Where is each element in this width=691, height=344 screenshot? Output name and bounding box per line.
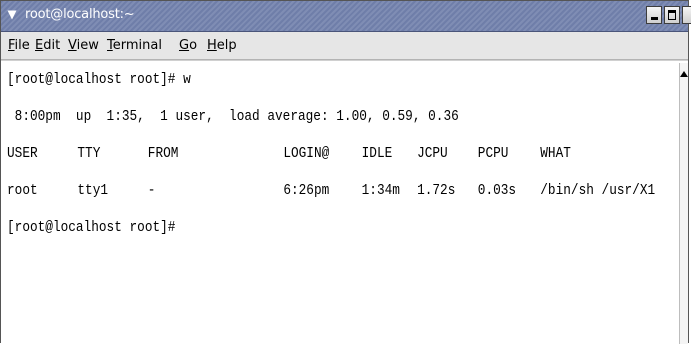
- w-user-row: root tty1 - 6:26pm 1:34m 1.72s 0.03s /bi…: [7, 183, 655, 343]
- header-tty: TTY: [77, 146, 101, 162]
- header-user: USER: [7, 146, 38, 162]
- cell-what: /bin/sh /usr/X1: [540, 183, 656, 199]
- terminal-window: ▾ root@localhost:~ File Edit View Termin…: [0, 0, 691, 344]
- cell-idle: 1:34m: [361, 183, 400, 199]
- header-what: WHAT: [540, 146, 571, 162]
- title-bar[interactable]: ▾ root@localhost:~: [1, 1, 691, 32]
- cell-login: 6:26pm: [283, 183, 330, 199]
- header-idle: IDLE: [361, 146, 393, 162]
- header-jcpu: JCPU: [417, 146, 448, 162]
- window-menu-icon[interactable]: ▾: [4, 5, 20, 25]
- cell-jcpu: 1.72s: [417, 183, 456, 199]
- prompt-line-idle: [root@localhost root]#: [7, 220, 176, 236]
- cell-tty: tty1: [77, 183, 109, 199]
- header-from: FROM: [147, 146, 179, 162]
- scroll-up-arrow-icon[interactable]: [680, 71, 688, 77]
- menu-view[interactable]: View: [68, 38, 99, 53]
- header-login: LOGIN@: [283, 146, 330, 162]
- menu-help[interactable]: Help: [207, 38, 237, 53]
- cell-pcpu: 0.03s: [477, 183, 517, 199]
- minimize-icon[interactable]: [646, 6, 662, 24]
- close-icon[interactable]: [682, 6, 691, 24]
- menu-terminal[interactable]: Terminal: [107, 38, 162, 53]
- maximize-icon[interactable]: [664, 6, 680, 24]
- menu-go[interactable]: Go: [179, 38, 197, 53]
- header-pcpu: PCPU: [477, 146, 509, 162]
- menu-bar: File Edit View Terminal Go Help: [1, 32, 688, 60]
- cell-user: root: [7, 183, 38, 199]
- uptime-line: 8:00pm up 1:35, 1 user, load average: 1.…: [7, 109, 459, 125]
- cell-from: -: [147, 183, 156, 199]
- vertical-scrollbar[interactable]: [679, 63, 688, 344]
- prompt-line-command: [root@localhost root]# w: [7, 72, 191, 88]
- menu-edit[interactable]: Edit: [35, 38, 60, 53]
- terminal-output[interactable]: [root@localhost root]# w 8:00pm up 1:35,…: [1, 60, 688, 343]
- menu-file[interactable]: File: [8, 38, 30, 53]
- window-title: root@localhost:~: [25, 7, 135, 22]
